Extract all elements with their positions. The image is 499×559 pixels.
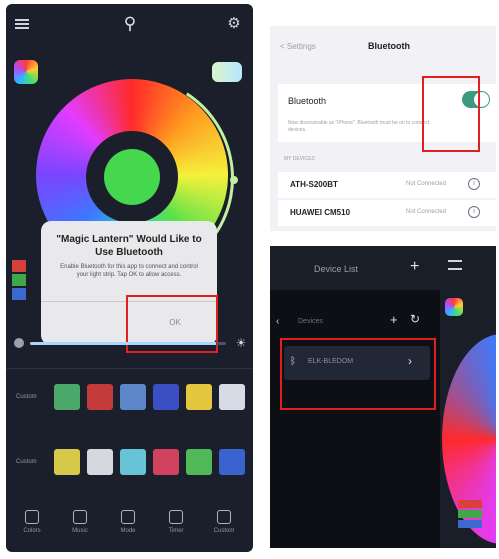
- info-icon[interactable]: i: [468, 178, 480, 190]
- mini-swatch[interactable]: [12, 274, 26, 286]
- mini-swatch[interactable]: [12, 260, 26, 272]
- section-header: MY DEVICES: [284, 156, 315, 162]
- bluetooth-icon: ᛒ: [290, 356, 296, 367]
- dialog-title: "Magic Lantern" Would Like to Use Blueto…: [56, 234, 202, 258]
- tab-music[interactable]: Music: [60, 508, 100, 548]
- tab-timer[interactable]: Timer: [156, 508, 196, 548]
- power-toggle-icon[interactable]: [212, 62, 242, 82]
- tab-label: Mode: [120, 528, 136, 534]
- device-list-item[interactable]: ᛒ ELK-BLEDOM ›: [284, 346, 430, 380]
- dialog-ok-button[interactable]: OK: [137, 305, 213, 341]
- mini-swatch[interactable]: [458, 500, 482, 508]
- app-logo-icon: ⚲: [123, 14, 137, 33]
- tab-colors[interactable]: Colors: [12, 508, 52, 548]
- bluetooth-description: Now discoverable as "iPhone". Bluetooth …: [288, 120, 430, 133]
- screen-title: Device List: [314, 264, 359, 274]
- brightness-slider[interactable]: [30, 342, 226, 345]
- color-swatch[interactable]: [120, 449, 146, 475]
- left-phone-screen: ⚲ ⚙ "Magic Lantern" Would Like to Use Bl…: [6, 4, 253, 552]
- device-status: Not Connected: [406, 209, 447, 215]
- swatch-row-label: Custom: [16, 459, 37, 465]
- color-swatch[interactable]: [54, 384, 80, 410]
- connect-arrow-icon[interactable]: ›: [408, 354, 412, 368]
- back-icon[interactable]: ‹: [276, 316, 279, 327]
- bluetooth-settings-screen: < Settings Bluetooth Bluetooth Now disco…: [270, 26, 496, 231]
- arc-handle[interactable]: [230, 176, 238, 184]
- timer-icon: [169, 510, 183, 524]
- mini-swatch-column: [458, 500, 482, 530]
- mini-swatch[interactable]: [12, 288, 26, 300]
- dialog-divider: [41, 301, 217, 302]
- back-button[interactable]: < Settings: [280, 42, 316, 51]
- info-icon[interactable]: i: [468, 206, 480, 218]
- device-name: HUAWEI CM510: [290, 208, 351, 217]
- page-title: Bluetooth: [368, 41, 410, 51]
- color-swatch[interactable]: [153, 449, 179, 475]
- color-swatch[interactable]: [219, 384, 245, 410]
- mini-swatch[interactable]: [458, 520, 482, 528]
- dialog-message: Enable Bluetooth for this app to connect…: [60, 264, 198, 278]
- bluetooth-toggle-row: Bluetooth Now discoverable as "iPhone". …: [278, 84, 496, 142]
- brightness-high-icon: ☀: [235, 336, 247, 350]
- bluetooth-permission-dialog: "Magic Lantern" Would Like to Use Blueto…: [41, 221, 217, 345]
- mini-swatch[interactable]: [458, 510, 482, 518]
- mini-swatch-column: [12, 260, 26, 300]
- menu-icon[interactable]: [448, 260, 462, 270]
- bottom-tab-bar: Colors Music Mode Timer Custom: [6, 504, 253, 552]
- add-icon[interactable]: +: [390, 312, 398, 327]
- device-row[interactable]: ATH-S200BT Not Connected i: [278, 172, 496, 198]
- divider: [6, 368, 253, 369]
- tab-mode[interactable]: Mode: [108, 508, 148, 548]
- swatch-row: Custom: [6, 449, 253, 481]
- swatch-row-label: Custom: [16, 394, 37, 400]
- bluetooth-label: Bluetooth: [288, 96, 327, 106]
- tab-label: Music: [72, 528, 88, 534]
- mode-icon: [121, 510, 135, 524]
- device-name: ELK-BLEDOM: [308, 358, 354, 365]
- tab-label: Timer: [168, 528, 184, 534]
- tab-label: Colors: [23, 528, 41, 534]
- music-icon: [73, 510, 87, 524]
- tab-custom[interactable]: Custom: [204, 508, 244, 548]
- device-name: ATH-S200BT: [290, 180, 338, 189]
- color-swatch[interactable]: [186, 449, 212, 475]
- menu-icon[interactable]: [15, 19, 29, 29]
- color-swatch[interactable]: [87, 449, 113, 475]
- plus-icon[interactable]: +: [410, 258, 419, 276]
- color-swatch[interactable]: [87, 384, 113, 410]
- device-side-panel: [270, 290, 440, 548]
- device-row[interactable]: HUAWEI CM510 Not Connected i: [278, 200, 496, 226]
- color-swatch[interactable]: [186, 384, 212, 410]
- colors-icon: [25, 510, 39, 524]
- tab-label: Custom: [213, 528, 235, 534]
- color-swatch[interactable]: [219, 449, 245, 475]
- refresh-icon[interactable]: ↻: [410, 312, 420, 326]
- swatch-row: Custom: [6, 384, 253, 416]
- brightness-low-icon: [14, 338, 24, 348]
- top-bar: ⚲ ⚙: [6, 4, 253, 44]
- switch-knob: [474, 92, 489, 107]
- palette-icon[interactable]: [14, 60, 38, 84]
- color-swatch[interactable]: [54, 449, 80, 475]
- color-swatch[interactable]: [120, 384, 146, 410]
- color-swatch[interactable]: [153, 384, 179, 410]
- device-status: Not Connected: [406, 181, 447, 187]
- gear-icon[interactable]: ⚙: [226, 16, 242, 32]
- device-list-screen: Device List + ‹ Devices + ↻ ᛒ ELK-BLEDOM…: [270, 246, 496, 548]
- panel-subtitle: Devices: [298, 318, 323, 325]
- custom-icon: [217, 510, 231, 524]
- palette-icon: [445, 298, 463, 316]
